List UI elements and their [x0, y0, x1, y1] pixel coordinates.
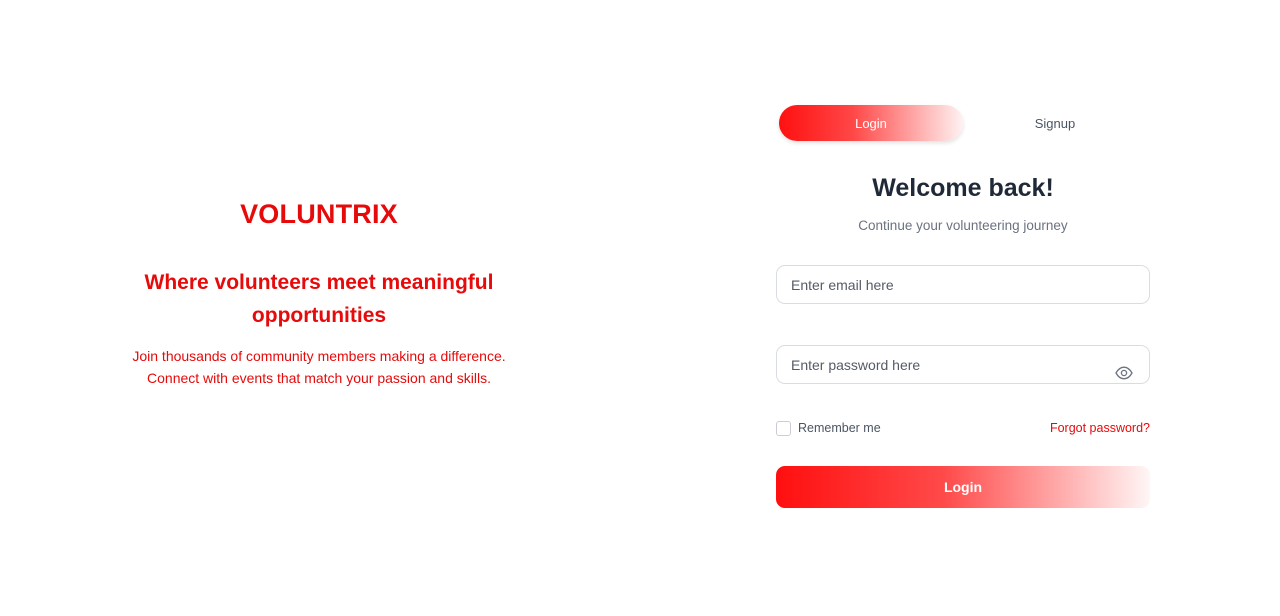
login-page: VOLUNTRIX Where volunteers meet meaningf…	[0, 0, 1280, 616]
brand-description-line: Connect with events that match your pass…	[147, 370, 491, 386]
auth-tabs: Login Signup	[778, 105, 1148, 141]
brand-panel: VOLUNTRIX Where volunteers meet meaningf…	[0, 0, 640, 616]
form-subheading: Continue your volunteering journey	[858, 218, 1068, 233]
tab-signup[interactable]: Signup	[963, 105, 1147, 141]
brand-tagline: Where volunteers meet meaningful opportu…	[144, 271, 494, 327]
brand-description: Join thousands of community members maki…	[100, 345, 538, 389]
remember-me-checkbox[interactable]	[776, 420, 791, 436]
login-button[interactable]: Login	[776, 466, 1150, 508]
form-heading: Welcome back!	[872, 174, 1054, 202]
brand-logo-text: VOLUNTRIX	[240, 199, 398, 229]
tab-login[interactable]: Login	[779, 105, 963, 141]
remember-me-option[interactable]: Remember me	[776, 420, 881, 436]
email-field[interactable]	[776, 265, 1150, 304]
remember-me-label: Remember me	[798, 421, 881, 435]
forgot-password-link[interactable]: Forgot password?	[1050, 421, 1150, 435]
eye-icon[interactable]	[1115, 366, 1133, 380]
brand-description-line: Join thousands of community members maki…	[132, 348, 506, 364]
password-field[interactable]	[776, 345, 1150, 384]
